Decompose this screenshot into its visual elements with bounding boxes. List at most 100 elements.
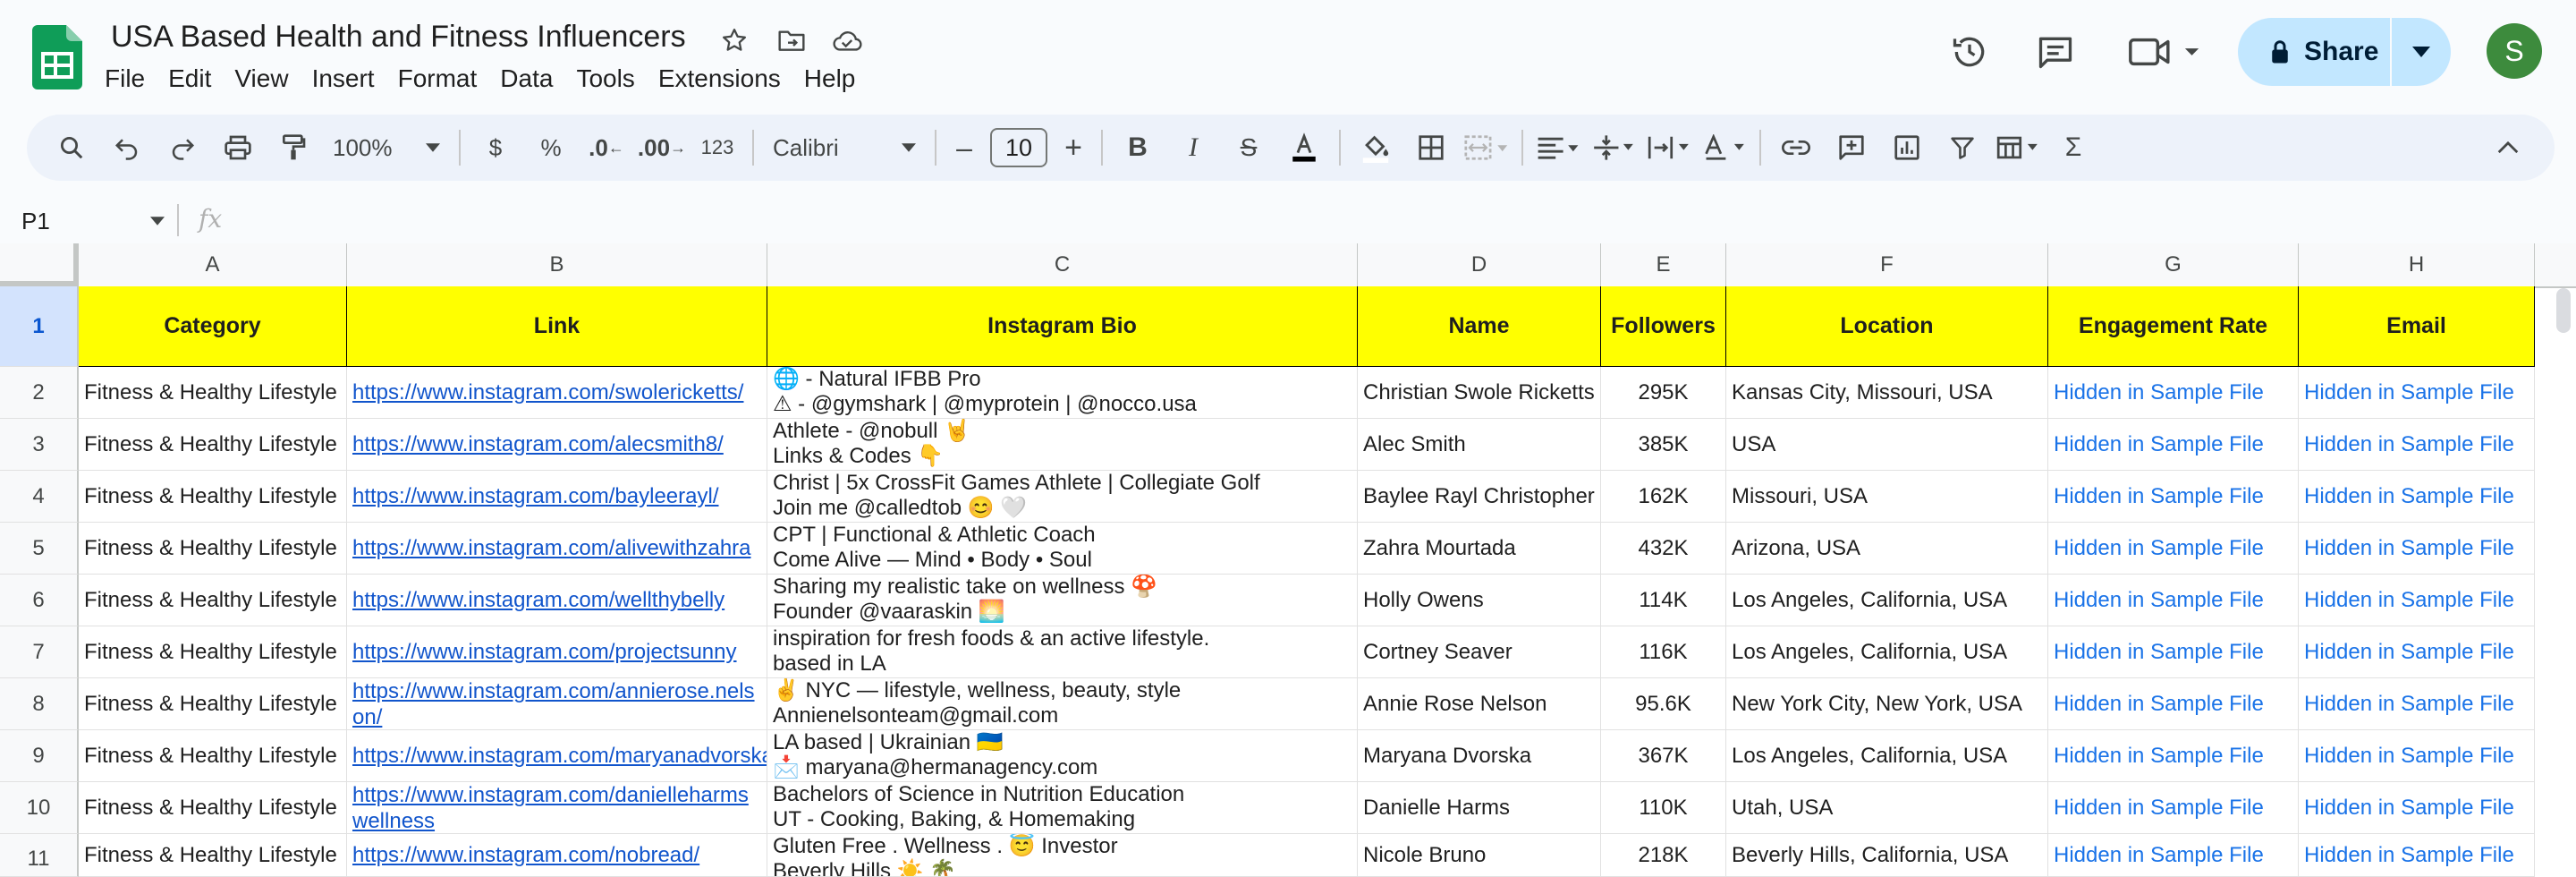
formula-input[interactable] [242, 202, 2549, 240]
column-header-g[interactable]: G [2048, 243, 2299, 286]
column-header-h[interactable]: H [2299, 243, 2535, 286]
cell-engagement-row-8[interactable]: Hidden in Sample File [2048, 678, 2299, 730]
sheets-logo-icon[interactable] [32, 25, 82, 89]
cell-category-row-4[interactable]: Fitness & Healthy Lifestyle [79, 471, 347, 523]
row-header-1[interactable]: 1 [0, 286, 79, 367]
cell-engagement-row-2[interactable]: Hidden in Sample File [2048, 367, 2299, 419]
star-icon[interactable] [717, 23, 751, 57]
print-icon[interactable] [213, 123, 263, 173]
menu-view[interactable]: View [223, 63, 300, 95]
cell-engagement-row-11[interactable]: Hidden in Sample File [2048, 834, 2299, 877]
horizontal-align-icon[interactable] [1533, 123, 1583, 173]
fill-color-icon[interactable] [1351, 123, 1401, 173]
header-cell-followers[interactable]: Followers [1601, 286, 1726, 367]
row-header-8[interactable]: 8 [0, 678, 79, 730]
merge-cells-icon[interactable] [1462, 123, 1512, 173]
row-header-4[interactable]: 4 [0, 471, 79, 523]
cell-bio-row-7[interactable]: inspiration for fresh foods & an active … [767, 626, 1358, 678]
cell-location-row-2[interactable]: Kansas City, Missouri, USA [1726, 367, 2048, 419]
cell-email-row-4[interactable]: Hidden in Sample File [2299, 471, 2535, 523]
cell-followers-row-7[interactable]: 116K [1601, 626, 1726, 678]
decrease-decimal-button[interactable]: .0 ← [581, 123, 631, 173]
search-menus-icon[interactable] [47, 123, 97, 173]
font-size-input[interactable]: 10 [990, 128, 1047, 167]
cell-category-row-7[interactable]: Fitness & Healthy Lifestyle [79, 626, 347, 678]
cell-bio-row-2[interactable]: 🌐 - Natural IFBB Pro ⚠ - @gymshark | @myp… [767, 367, 1358, 419]
cell-email-row-8[interactable]: Hidden in Sample File [2299, 678, 2535, 730]
font-select[interactable]: Calibri [764, 123, 925, 173]
share-main[interactable]: Share [2238, 18, 2390, 86]
increase-decimal-button[interactable]: .00 → [637, 123, 687, 173]
cell-bio-row-11[interactable]: Gluten Free . Wellness . 😇 Investor Bever… [767, 834, 1358, 877]
cell-engagement-row-4[interactable]: Hidden in Sample File [2048, 471, 2299, 523]
cell-followers-row-3[interactable]: 385K [1601, 419, 1726, 471]
cell-email-row-10[interactable]: Hidden in Sample File [2299, 782, 2535, 834]
cell-category-row-6[interactable]: Fitness & Healthy Lifestyle [79, 575, 347, 626]
cell-bio-row-5[interactable]: CPT | Functional & Athletic Coach Come Al… [767, 523, 1358, 575]
cell-link-row-2[interactable]: https://www.instagram.com/swolericketts/ [347, 367, 767, 419]
cell-category-row-2[interactable]: Fitness & Healthy Lifestyle [79, 367, 347, 419]
cell-bio-row-10[interactable]: Bachelors of Science in Nutrition Educat… [767, 782, 1358, 834]
insert-comment-icon[interactable] [1826, 123, 1877, 173]
insert-chart-icon[interactable] [1882, 123, 1932, 173]
cell-location-row-4[interactable]: Missouri, USA [1726, 471, 2048, 523]
strikethrough-icon[interactable]: S [1224, 123, 1274, 173]
row-header-10[interactable]: 10 [0, 782, 79, 834]
cell-link-row-6[interactable]: https://www.instagram.com/wellthybelly [347, 575, 767, 626]
more-formats-button[interactable]: 123 [692, 123, 742, 173]
insert-link-icon[interactable] [1771, 123, 1821, 173]
cell-engagement-row-7[interactable]: Hidden in Sample File [2048, 626, 2299, 678]
header-cell-location[interactable]: Location [1726, 286, 2048, 367]
borders-icon[interactable] [1406, 123, 1456, 173]
cell-email-row-5[interactable]: Hidden in Sample File [2299, 523, 2535, 575]
row-header-7[interactable]: 7 [0, 626, 79, 678]
column-header-d[interactable]: D [1358, 243, 1601, 286]
cell-email-row-3[interactable]: Hidden in Sample File [2299, 419, 2535, 471]
cell-name-row-7[interactable]: Cortney Seaver [1358, 626, 1601, 678]
column-header-e[interactable]: E [1601, 243, 1726, 286]
name-box[interactable]: P1 [21, 202, 165, 240]
paint-format-icon[interactable] [268, 123, 318, 173]
row-header-3[interactable]: 3 [0, 419, 79, 471]
meet-video-icon[interactable] [2122, 27, 2207, 77]
cell-name-row-4[interactable]: Baylee Rayl Christopher [1358, 471, 1601, 523]
header-cell-name[interactable]: Name [1358, 286, 1601, 367]
cell-engagement-row-9[interactable]: Hidden in Sample File [2048, 730, 2299, 782]
filter-icon[interactable] [1937, 123, 1987, 173]
cell-email-row-7[interactable]: Hidden in Sample File [2299, 626, 2535, 678]
cell-name-row-5[interactable]: Zahra Mourtada [1358, 523, 1601, 575]
select-all-corner[interactable] [0, 243, 79, 286]
row-header-11[interactable]: 11 [0, 834, 79, 877]
cell-location-row-3[interactable]: USA [1726, 419, 2048, 471]
column-header-f[interactable]: F [1726, 243, 2048, 286]
row-header-5[interactable]: 5 [0, 523, 79, 575]
decrease-font-size-button[interactable]: – [946, 123, 982, 173]
cell-email-row-9[interactable]: Hidden in Sample File [2299, 730, 2535, 782]
cell-email-row-6[interactable]: Hidden in Sample File [2299, 575, 2535, 626]
header-cell-email[interactable]: Email [2299, 286, 2535, 367]
increase-font-size-button[interactable]: + [1055, 123, 1091, 173]
comments-icon[interactable] [2030, 27, 2080, 77]
header-cell-bio[interactable]: Instagram Bio [767, 286, 1358, 367]
menu-insert[interactable]: Insert [301, 63, 386, 95]
menu-file[interactable]: File [93, 63, 157, 95]
cell-link-row-3[interactable]: https://www.instagram.com/alecsmith8/ [347, 419, 767, 471]
cell-engagement-row-5[interactable]: Hidden in Sample File [2048, 523, 2299, 575]
cell-location-row-5[interactable]: Arizona, USA [1726, 523, 2048, 575]
cell-category-row-11[interactable]: Fitness & Healthy Lifestyle [79, 834, 347, 877]
cell-location-row-7[interactable]: Los Angeles, California, USA [1726, 626, 2048, 678]
collapse-toolbar-icon[interactable] [2483, 123, 2533, 173]
document-title[interactable]: USA Based Health and Fitness Influencers [111, 20, 686, 55]
cell-name-row-9[interactable]: Maryana Dvorska [1358, 730, 1601, 782]
cell-location-row-8[interactable]: New York City, New York, USA [1726, 678, 2048, 730]
cell-name-row-10[interactable]: Danielle Harms [1358, 782, 1601, 834]
format-percent-button[interactable]: % [526, 123, 576, 173]
move-folder-icon[interactable] [775, 23, 809, 57]
text-rotation-icon[interactable] [1699, 123, 1750, 173]
cell-followers-row-9[interactable]: 367K [1601, 730, 1726, 782]
cell-bio-row-9[interactable]: LA based | Ukrainian 🇺🇦 📩 maryana@hermana… [767, 730, 1358, 782]
vertical-scrollbar[interactable] [2556, 288, 2571, 333]
cell-link-row-5[interactable]: https://www.instagram.com/alivewithzahra [347, 523, 767, 575]
column-header-b[interactable]: B [347, 243, 767, 286]
vertical-align-icon[interactable] [1589, 123, 1639, 173]
